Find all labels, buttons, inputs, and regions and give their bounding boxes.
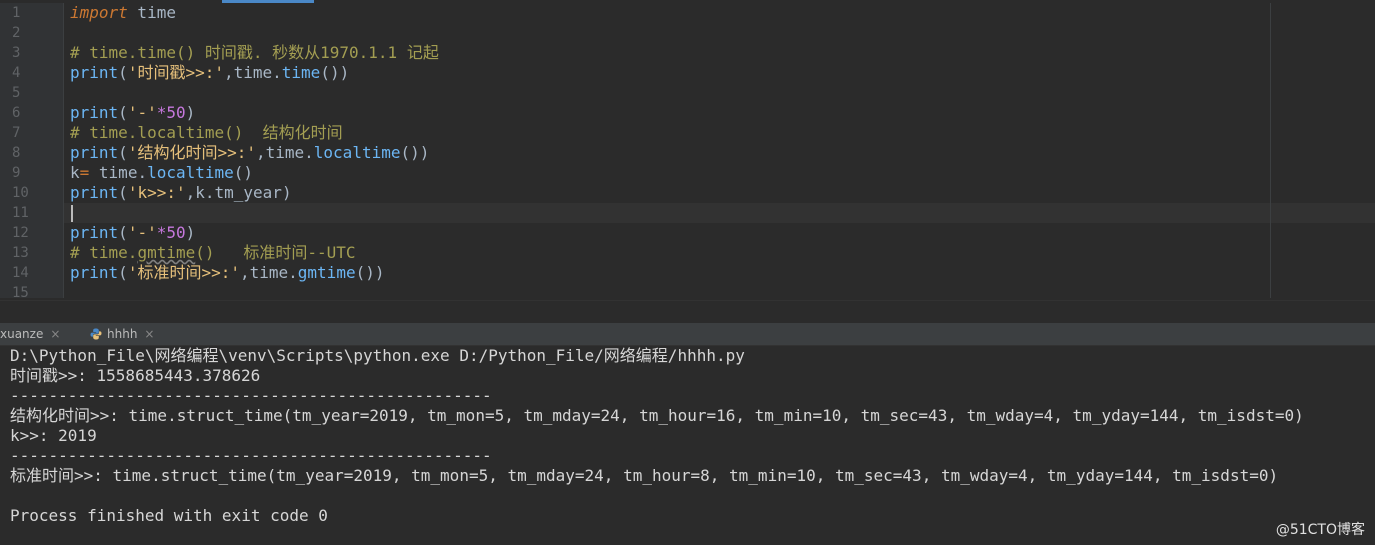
line-number: 12 bbox=[12, 225, 29, 241]
operator-token: * bbox=[156, 103, 167, 122]
code-line-4: print('时间戳>>:',time.time()) bbox=[70, 63, 349, 83]
function-token: localtime bbox=[313, 143, 401, 162]
line-number: 7 bbox=[12, 125, 21, 141]
string-token: '结构化时间>>:' bbox=[127, 143, 256, 162]
number-token: 50 bbox=[166, 103, 186, 122]
function-token: gmtime bbox=[297, 263, 356, 282]
string-token: '时间戳>>:' bbox=[127, 63, 224, 82]
tab-label: hhhh bbox=[107, 327, 138, 341]
code-token: ()) bbox=[320, 63, 350, 82]
code-token: ) bbox=[185, 223, 196, 242]
code-line-3: # time.time() 时间戳. 秒数从1970.1.1 记起 bbox=[70, 43, 439, 62]
function-token: time bbox=[281, 63, 321, 82]
tab-label: xuanze bbox=[0, 327, 44, 341]
line-number: 11 bbox=[12, 205, 29, 221]
line-number-gutter: 1 2 3 4 5 6 7 8 9 10 11 12 13 14 15 bbox=[0, 3, 64, 298]
code-line-1: import time bbox=[70, 3, 176, 23]
line-number: 9 bbox=[12, 165, 21, 181]
console-line: 时间戳>>: 1558685443.378626 bbox=[10, 366, 261, 385]
comment-token: # time. bbox=[70, 243, 138, 262]
function-token: localtime bbox=[147, 163, 234, 182]
code-line-7: # time.localtime() 结构化时间 bbox=[70, 123, 343, 142]
console-line: k>>: 2019 bbox=[10, 426, 97, 445]
run-tool-window[interactable]: xuanze × hhhh × D:\Python_File\网络编程\venv\S… bbox=[0, 300, 1375, 545]
builtin-token: print bbox=[70, 63, 119, 82]
string-token: '标准时间>>:' bbox=[127, 263, 240, 282]
code-line-12: print('-'*50) bbox=[70, 223, 195, 243]
code-token: () bbox=[233, 163, 254, 182]
run-tab-hhhh[interactable]: hhhh × bbox=[90, 323, 154, 345]
builtin-token: print bbox=[70, 263, 119, 282]
code-token: ( bbox=[118, 143, 128, 162]
code-token: ,time. bbox=[239, 263, 298, 282]
text-caret bbox=[71, 205, 73, 222]
builtin-token: print bbox=[70, 223, 119, 242]
close-icon[interactable]: × bbox=[144, 327, 154, 341]
code-line-8: print('结构化时间>>:',time.localtime()) bbox=[70, 143, 429, 163]
console-line: ----------------------------------------… bbox=[10, 446, 492, 465]
code-token: ( bbox=[118, 223, 128, 242]
builtin-token: print bbox=[70, 103, 119, 122]
code-token: ,k.tm_year) bbox=[185, 183, 292, 202]
code-token: time bbox=[127, 3, 176, 22]
builtin-token: print bbox=[70, 183, 119, 202]
string-token: '-' bbox=[127, 103, 157, 122]
code-editor[interactable]: 1 2 3 4 5 6 7 8 9 10 11 12 13 14 15 impo… bbox=[0, 0, 1375, 298]
code-line-6: print('-'*50) bbox=[70, 103, 195, 123]
code-token: ) bbox=[185, 103, 196, 122]
code-line-14: print('标准时间>>:',time.gmtime()) bbox=[70, 263, 384, 283]
console-line-command: D:\Python_File\网络编程\venv\Scripts\python.… bbox=[10, 346, 745, 365]
line-number: 13 bbox=[12, 245, 29, 261]
watermark: @51CTO博客 bbox=[1275, 522, 1365, 538]
right-margin-guide bbox=[1270, 3, 1271, 298]
string-token: '-' bbox=[127, 223, 157, 242]
line-number: 2 bbox=[12, 25, 21, 41]
console-line: ----------------------------------------… bbox=[10, 386, 492, 405]
code-token: ,time. bbox=[223, 63, 282, 82]
code-token: ()) bbox=[355, 263, 385, 282]
code-token: ( bbox=[118, 103, 128, 122]
line-number: 3 bbox=[12, 45, 21, 61]
operator-token: * bbox=[156, 223, 167, 242]
code-line-10: print('k>>:',k.tm_year) bbox=[70, 183, 292, 203]
code-token: ( bbox=[118, 183, 128, 202]
line-number: 8 bbox=[12, 145, 21, 161]
comment-token: () 标准时间--UTC bbox=[195, 243, 356, 262]
run-tab-xuanze[interactable]: xuanze × bbox=[0, 323, 60, 345]
console-line: 结构化时间>>: time.struct_time(tm_year=2019, … bbox=[10, 406, 1304, 425]
line-number: 15 bbox=[12, 285, 29, 298]
code-token: ( bbox=[118, 263, 128, 282]
run-tab-bar: xuanze × hhhh × bbox=[0, 323, 1375, 346]
code-line-9: k= time.localtime() bbox=[70, 163, 253, 183]
code-token: ( bbox=[118, 63, 128, 82]
line-number: 1 bbox=[12, 5, 21, 21]
python-icon bbox=[90, 328, 102, 340]
line-number: 10 bbox=[12, 185, 29, 201]
close-icon[interactable]: × bbox=[50, 327, 60, 341]
line-number: 14 bbox=[12, 265, 29, 281]
code-area[interactable]: import time # time.time() 时间戳. 秒数从1970.1… bbox=[70, 3, 1270, 298]
console-line: 标准时间>>: time.struct_time(tm_year=2019, t… bbox=[10, 466, 1279, 485]
builtin-token: print bbox=[70, 143, 119, 162]
code-token: ,time. bbox=[255, 143, 314, 162]
operator-token: = bbox=[79, 163, 90, 182]
typo-squiggle-token: gmtime bbox=[137, 243, 196, 262]
console-line-exit-status: Process finished with exit code 0 bbox=[10, 506, 328, 525]
code-token: time. bbox=[89, 163, 148, 182]
string-token: 'k>>:' bbox=[127, 183, 186, 202]
keyword-token: import bbox=[70, 3, 128, 22]
line-number: 6 bbox=[12, 105, 21, 121]
variable-token: k bbox=[70, 163, 80, 182]
line-number: 4 bbox=[12, 65, 21, 81]
code-token: ()) bbox=[400, 143, 430, 162]
line-number: 5 bbox=[12, 85, 21, 101]
console-output[interactable]: D:\Python_File\网络编程\venv\Scripts\python.… bbox=[10, 346, 1370, 526]
number-token: 50 bbox=[166, 223, 186, 242]
code-line-13: # time.gmtime() 标准时间--UTC bbox=[70, 243, 356, 263]
